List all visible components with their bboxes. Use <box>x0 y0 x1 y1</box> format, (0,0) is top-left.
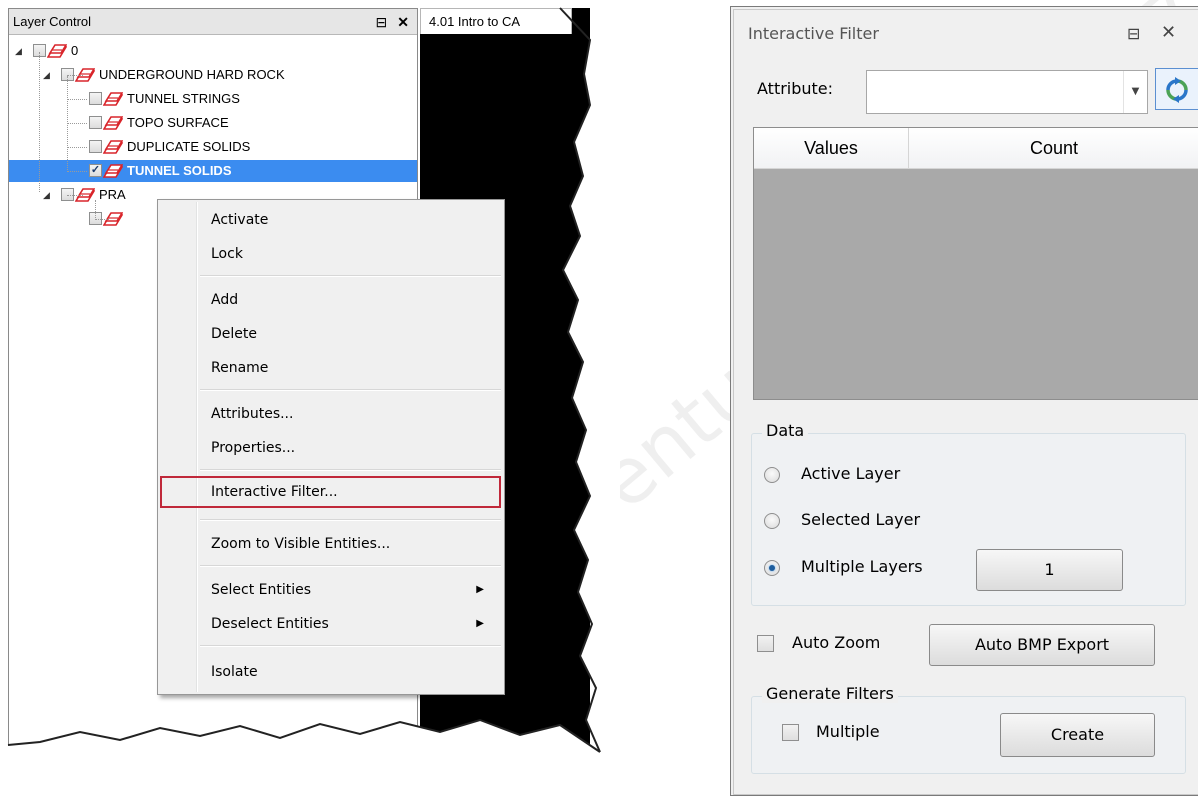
pin-icon[interactable]: ⊟ <box>376 9 388 35</box>
expander-icon[interactable]: ◢ <box>15 40 22 62</box>
menu-separator <box>200 645 501 647</box>
layer-icon <box>46 43 68 59</box>
menu-item-label: Lock <box>211 246 243 262</box>
menu-item-interactive-filter[interactable]: Interactive Filter... <box>160 476 501 508</box>
panel-title: Interactive Filter <box>748 24 879 43</box>
multiple-label: Multiple <box>816 722 880 741</box>
layer-visibility-checkbox[interactable]: ✓ <box>89 164 102 177</box>
multiple-layers-button[interactable]: 1 <box>976 549 1123 591</box>
tree-connector <box>67 147 87 148</box>
menu-separator <box>200 469 501 471</box>
tree-node-label: PRA <box>99 187 126 202</box>
tree-connector <box>67 123 87 124</box>
radio-active-layer[interactable] <box>764 467 780 483</box>
tree-connector <box>39 52 40 192</box>
values-table[interactable]: Values Count <box>753 127 1198 400</box>
menu-separator <box>200 565 501 567</box>
layer-icon <box>102 163 124 179</box>
close-icon[interactable]: ✕ <box>1161 22 1176 43</box>
refresh-icon <box>1166 77 1188 103</box>
tree-node[interactable]: ◢ 0 <box>9 40 417 62</box>
interactive-filter-panel <box>730 6 1198 796</box>
option-label: Active Layer <box>801 464 901 483</box>
menu-separator <box>200 519 501 521</box>
close-icon[interactable]: ✕ <box>397 9 409 35</box>
layer-icon <box>102 115 124 131</box>
tree-node-label: UNDERGROUND HARD ROCK <box>99 67 285 82</box>
tree-node-label: DUPLICATE SOLIDS <box>127 139 251 154</box>
expander-icon[interactable]: ◢ <box>43 184 50 206</box>
create-button[interactable]: Create <box>1000 713 1155 757</box>
auto-bmp-export-button[interactable]: Auto BMP Export <box>929 624 1155 666</box>
layer-icon <box>102 139 124 155</box>
menu-item-add[interactable]: Add <box>158 285 504 315</box>
radio-multiple-layers[interactable] <box>764 560 780 576</box>
tree-connector <box>95 200 96 220</box>
expander-icon[interactable]: ◢ <box>43 64 50 86</box>
layer-visibility-checkbox[interactable] <box>89 116 102 129</box>
attribute-label: Attribute: <box>757 79 834 98</box>
table-header: Values Count <box>754 128 1198 169</box>
menu-item-activate[interactable]: Activate <box>158 205 504 235</box>
tree-node-label: 0 <box>71 43 79 58</box>
menu-item-label: Deselect Entities <box>211 616 329 632</box>
dropdown-arrow-icon[interactable]: ▼ <box>1123 71 1147 113</box>
option-label: Selected Layer <box>801 510 921 529</box>
data-group-legend: Data <box>762 421 809 440</box>
menu-item-label: Interactive Filter... <box>211 484 338 500</box>
context-menu: Activate Lock Add Delete Rename Attributes...… <box>157 199 505 695</box>
menu-item-label: Activate <box>211 212 269 228</box>
menu-item-deselect-entities[interactable]: Deselect Entities ▶ <box>158 609 504 639</box>
menu-item-label: Zoom to Visible Entities... <box>211 536 391 552</box>
pin-icon[interactable]: ⊟ <box>1127 24 1140 43</box>
multiple-checkbox[interactable] <box>782 724 799 741</box>
tree-connector <box>67 195 83 196</box>
menu-item-rename[interactable]: Rename <box>158 353 504 383</box>
menu-item-delete[interactable]: Delete <box>158 319 504 349</box>
column-header-count[interactable]: Count <box>909 128 1198 168</box>
layer-visibility-checkbox[interactable] <box>89 92 102 105</box>
tree-connector <box>67 171 87 172</box>
layer-control-titlebar: Layer Control ⊟ ✕ <box>9 9 417 35</box>
menu-item-zoom-visible[interactable]: Zoom to Visible Entities... <box>158 529 504 559</box>
auto-zoom-label: Auto Zoom <box>792 633 881 652</box>
menu-item-label: Properties... <box>211 440 296 456</box>
menu-item-isolate[interactable]: Isolate <box>158 657 504 687</box>
layer-icon <box>102 91 124 107</box>
tree-node-label: TUNNEL SOLIDS <box>127 163 232 178</box>
menu-separator <box>200 389 501 391</box>
attribute-dropdown[interactable]: ▼ <box>866 70 1148 114</box>
tree-node-label: TOPO SURFACE <box>127 115 229 130</box>
menu-item-label: Add <box>211 292 239 308</box>
menu-item-label: Select Entities <box>211 582 312 598</box>
radio-selected-layer[interactable] <box>764 513 780 529</box>
tree-node-label: TUNNEL STRINGS <box>127 91 240 106</box>
menu-item-attributes[interactable]: Attributes... <box>158 399 504 429</box>
column-header-values[interactable]: Values <box>754 128 909 168</box>
submenu-arrow-icon: ▶ <box>476 584 484 595</box>
generate-filters-legend: Generate Filters <box>762 684 898 703</box>
menu-item-label: Attributes... <box>211 406 294 422</box>
tree-connector <box>67 75 83 76</box>
menu-separator <box>200 275 501 277</box>
document-tab[interactable]: 4.01 Intro to CA <box>420 8 572 34</box>
menu-item-properties[interactable]: Properties... <box>158 433 504 463</box>
submenu-arrow-icon: ▶ <box>476 618 484 629</box>
tree-connector <box>67 76 68 172</box>
tree-connector <box>67 99 87 100</box>
tree-connector <box>95 219 109 220</box>
menu-item-label: Delete <box>211 326 257 342</box>
refresh-button[interactable] <box>1155 68 1198 110</box>
layer-visibility-checkbox[interactable] <box>89 140 102 153</box>
panel-title: Layer Control <box>13 14 92 29</box>
menu-item-label: Rename <box>211 360 269 376</box>
menu-item-lock[interactable]: Lock <box>158 239 504 269</box>
auto-zoom-checkbox[interactable] <box>757 635 774 652</box>
menu-item-select-entities[interactable]: Select Entities ▶ <box>158 575 504 605</box>
menu-item-label: Isolate <box>211 664 258 680</box>
option-label: Multiple Layers <box>801 557 923 576</box>
